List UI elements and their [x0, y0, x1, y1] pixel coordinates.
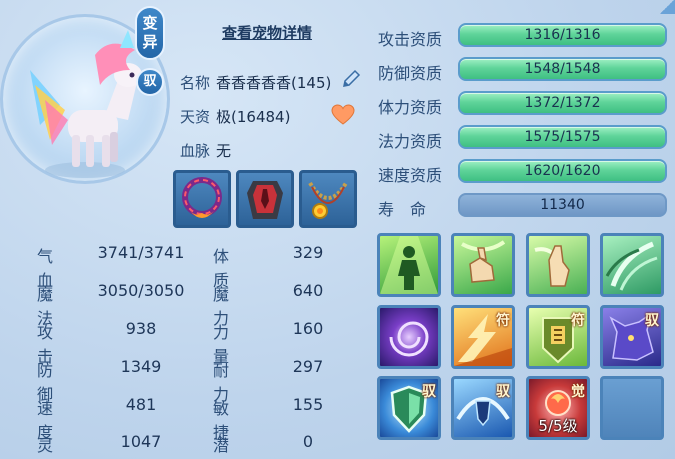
pet-name-row: 名称 香香香香香(145) [180, 72, 331, 93]
stat-value: 938 [125, 319, 157, 338]
view-pet-details-link[interactable]: 查看宠物详情 [222, 22, 312, 43]
skill-slot-7[interactable]: 符 [526, 305, 590, 369]
aptitude-label: 天资 [180, 108, 211, 126]
stat-value: 640 [292, 281, 324, 300]
bloodline-label: 血脉 [180, 142, 211, 160]
skill-tag: 驭 [645, 313, 659, 329]
defense-aptitude-label: 防御资质 [378, 64, 443, 83]
rename-pencil-icon[interactable] [340, 68, 362, 90]
attack-aptitude-bar: 1316/1316 [458, 23, 667, 47]
stat-value: 297 [292, 357, 324, 376]
skill-tag: 觉 [571, 384, 585, 400]
panel-corner [659, 0, 675, 14]
skill-tag: 符 [496, 313, 510, 329]
stat-value: 481 [125, 395, 157, 414]
stat-value: 3050/3050 [97, 281, 185, 300]
speed-aptitude-label: 速度资质 [378, 166, 443, 185]
skill-slot-5[interactable] [377, 305, 441, 369]
skill-slot-6[interactable]: 符 [451, 305, 515, 369]
skill-level-label: 5/5级 [538, 417, 578, 435]
stat-value: 1349 [120, 357, 162, 376]
stat-value: 0 [302, 432, 314, 451]
vortex-skill-icon [389, 321, 429, 357]
skill-slot-empty[interactable] [600, 376, 664, 440]
warrior-skill-icon [380, 236, 438, 294]
stat-value: 3741/3741 [97, 243, 185, 262]
skill-slot-9[interactable]: 驭 [377, 376, 441, 440]
palm-skill-icon [534, 245, 570, 287]
speed-aptitude-bar: 1620/1620 [458, 159, 667, 183]
skill-slot-4[interactable] [600, 233, 664, 297]
life-label: 寿 命 [378, 200, 427, 219]
stat-value: 1047 [120, 432, 162, 451]
skill-slot-1[interactable] [377, 233, 441, 297]
collar-icon [182, 177, 222, 218]
aptitude-value: 极(16484) [216, 108, 291, 126]
stat-value: 160 [292, 319, 324, 338]
name-label: 名称 [180, 74, 211, 92]
mutant-badge: 变异 [135, 6, 165, 60]
attack-aptitude-label: 攻击资质 [378, 30, 443, 49]
equipment-slot-armor[interactable] [236, 170, 294, 228]
necklace-icon [308, 181, 348, 219]
armor-icon [247, 181, 283, 219]
stat-label: 灵力 [37, 436, 54, 455]
pet-name-value: 香香香香香(145) [216, 74, 332, 92]
stat-label: 潜力 [213, 436, 230, 455]
pet-bloodline-row: 血脉无 [180, 140, 231, 161]
skill-slot-2[interactable] [451, 233, 515, 297]
equipment-slot-necklace[interactable] [299, 170, 357, 228]
skill-slot-8[interactable]: 驭 [600, 305, 664, 369]
pet-aptitude-row: 天资 极(16484) [180, 106, 290, 127]
bloodline-value: 无 [216, 142, 232, 160]
stat-value: 155 [292, 395, 324, 414]
life-bar: 11340 [458, 193, 667, 217]
tame-badge: 驭 [136, 68, 164, 96]
skill-slot-10[interactable]: 驭 [451, 376, 515, 440]
magic-aptitude-bar: 1575/1575 [458, 125, 667, 149]
hand-sign-skill-icon [461, 240, 506, 283]
hp-aptitude-label: 体力资质 [378, 98, 443, 117]
wind-skill-icon [605, 241, 658, 291]
skill-slot-11[interactable]: 觉 5/5级 [526, 376, 590, 440]
hp-aptitude-bar: 1372/1372 [458, 91, 667, 115]
magic-aptitude-label: 法力资质 [378, 132, 443, 151]
heart-icon[interactable] [331, 104, 355, 126]
skill-tag: 驭 [422, 384, 436, 400]
defense-aptitude-bar: 1548/1548 [458, 57, 667, 81]
stat-value: 329 [292, 243, 324, 262]
skill-tag: 符 [571, 313, 585, 329]
equipment-slot-collar[interactable] [173, 170, 231, 228]
skill-tag: 驭 [496, 384, 510, 400]
skill-slot-3[interactable] [526, 233, 590, 297]
